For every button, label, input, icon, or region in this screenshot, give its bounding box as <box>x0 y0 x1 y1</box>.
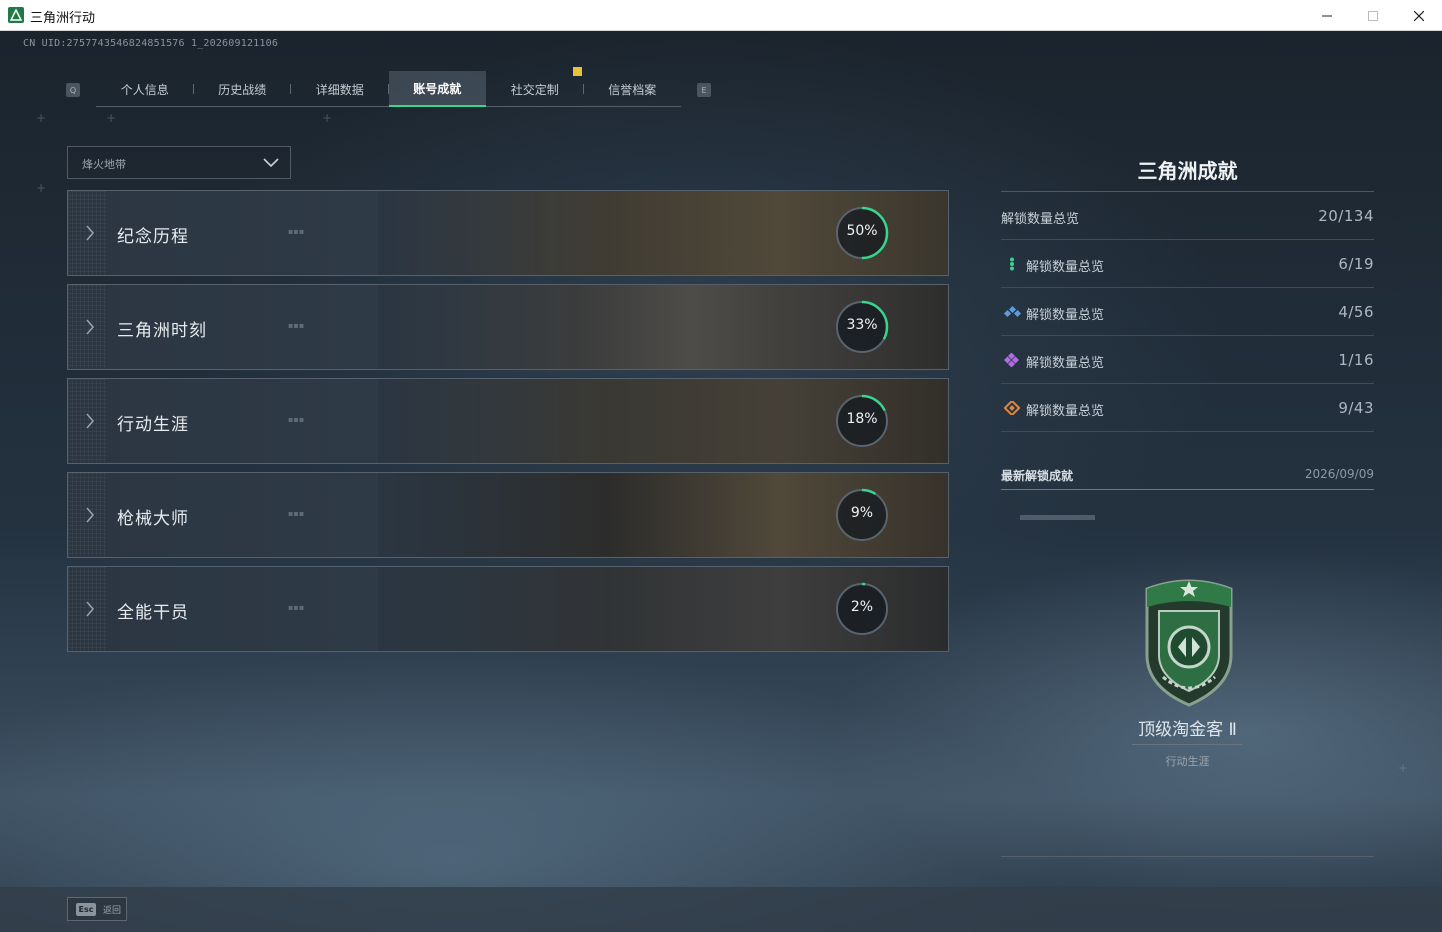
progress-percent: 33% <box>846 317 878 333</box>
blurred-text-decoration <box>1020 515 1095 520</box>
window-title: 三角洲行动 <box>30 11 96 26</box>
crosshair-decoration-icon: + <box>106 111 117 125</box>
achievement-category-card[interactable]: 行动生涯 ▪▪▪ 18% <box>67 378 949 464</box>
stat-value: 4/56 <box>1338 303 1374 321</box>
divider <box>1001 856 1374 857</box>
tab-personal-info[interactable]: 个人信息 <box>96 71 194 107</box>
tab-bar: 个人信息 历史战绩 详细数据 账号成就 社交定制 信誉档案 <box>96 71 681 107</box>
stat-value: 6/19 <box>1338 255 1374 273</box>
progress-percent: 2% <box>850 599 874 615</box>
stat-label: 解锁数量总览 <box>1026 356 1105 371</box>
footer-bar: Esc 返回 <box>0 887 1442 932</box>
minimize-button[interactable] <box>1304 0 1350 31</box>
achievement-category-card[interactable]: 枪械大师 ▪▪▪ 9% <box>67 472 949 558</box>
dots-decoration: ▪▪▪ <box>288 227 305 236</box>
chevron-down-icon <box>263 158 279 168</box>
latest-unlock-date: 2026/09/09 <box>1304 467 1374 481</box>
crosshair-decoration-icon: + <box>36 181 47 195</box>
tab-social-custom[interactable]: 社交定制 <box>486 71 584 107</box>
gold-tier-icon <box>1003 401 1021 415</box>
panel-title: 三角洲成就 <box>1137 159 1238 183</box>
back-button[interactable]: Esc 返回 <box>67 897 127 921</box>
blue-tier-icon <box>1003 305 1021 318</box>
player-uid: CN UID:2757743546824851576 1_20260912110… <box>23 38 279 49</box>
category-name: 全能干员 <box>117 603 189 623</box>
back-label: 返回 <box>103 906 122 916</box>
category-name: 三角洲时刻 <box>117 321 207 341</box>
dots-decoration: ▪▪▪ <box>288 415 305 424</box>
progress-percent: 9% <box>850 505 874 521</box>
badge-category: 行动生涯 <box>1165 755 1210 768</box>
dots-decoration: ▪▪▪ <box>288 603 305 612</box>
achievement-category-card[interactable]: 纪念历程 ▪▪▪ 50% <box>67 190 949 276</box>
chevron-right-icon <box>86 507 94 523</box>
progress-percent: 50% <box>846 223 878 239</box>
progress-percent: 18% <box>846 411 878 427</box>
window-titlebar: 三角洲行动 <box>0 0 1442 31</box>
category-name: 纪念历程 <box>117 227 189 247</box>
dots-decoration: ▪▪▪ <box>288 509 305 518</box>
tab-next-key[interactable]: E <box>697 83 711 97</box>
stat-row-green: 解锁数量总览 6/19 <box>1001 240 1374 288</box>
stat-row-gold: 解锁数量总览 9/43 <box>1001 384 1374 432</box>
divider <box>1132 744 1242 745</box>
stat-row-purple: 解锁数量总览 1/16 <box>1001 336 1374 384</box>
stat-label: 解锁数量总览 <box>1001 212 1080 227</box>
tab-prev-key[interactable]: Q <box>66 83 80 97</box>
mode-dropdown[interactable]: 烽火地带 <box>67 146 291 179</box>
crosshair-decoration-icon: + <box>1398 761 1409 775</box>
stat-label: 解锁数量总览 <box>1026 308 1105 323</box>
stat-label: 解锁数量总览 <box>1026 404 1105 419</box>
dots-decoration: ▪▪▪ <box>288 321 305 330</box>
app-logo-icon <box>8 7 24 23</box>
latest-unlock-header: 最新解锁成就 2026/09/09 <box>1001 465 1374 490</box>
stat-row-blue: 解锁数量总览 4/56 <box>1001 288 1374 336</box>
maximize-button[interactable] <box>1350 0 1396 31</box>
achievement-category-card[interactable]: 全能干员 ▪▪▪ 2% <box>67 566 949 652</box>
dropdown-selected: 烽火地带 <box>82 158 126 171</box>
chevron-right-icon <box>86 601 94 617</box>
tab-match-history[interactable]: 历史战绩 <box>194 71 291 107</box>
crosshair-decoration-icon: + <box>36 111 47 125</box>
category-name: 行动生涯 <box>117 415 189 435</box>
tab-account-achievements[interactable]: 账号成就 <box>388 71 486 107</box>
chevron-right-icon <box>86 225 94 241</box>
stat-value: 9/43 <box>1338 399 1374 417</box>
crosshair-decoration-icon: + <box>322 111 333 125</box>
stat-row-total: 解锁数量总览 20/134 <box>1001 192 1374 240</box>
stat-value: 20/134 <box>1318 207 1374 225</box>
stat-label: 解锁数量总览 <box>1026 260 1105 275</box>
achievement-category-card[interactable]: 三角洲时刻 ▪▪▪ 33% <box>67 284 949 370</box>
purple-tier-icon <box>1003 353 1020 367</box>
chevron-right-icon <box>86 413 94 429</box>
tab-credit-record[interactable]: 信誉档案 <box>584 71 682 107</box>
green-tier-icon <box>1010 257 1014 271</box>
achievement-badge-icon[interactable] <box>1139 577 1239 707</box>
game-screen: CN UID:2757743546824851576 1_20260912110… <box>0 31 1442 932</box>
tab-detailed-data[interactable]: 详细数据 <box>291 71 389 107</box>
esc-key-icon: Esc <box>76 903 96 916</box>
close-button[interactable] <box>1396 0 1442 31</box>
latest-unlock-label: 最新解锁成就 <box>1001 469 1074 483</box>
notification-marker-icon <box>573 67 582 76</box>
category-name: 枪械大师 <box>117 509 189 529</box>
chevron-right-icon <box>86 319 94 335</box>
badge-name: 顶级淘金客 Ⅱ <box>1138 720 1237 740</box>
stat-value: 1/16 <box>1338 351 1374 369</box>
